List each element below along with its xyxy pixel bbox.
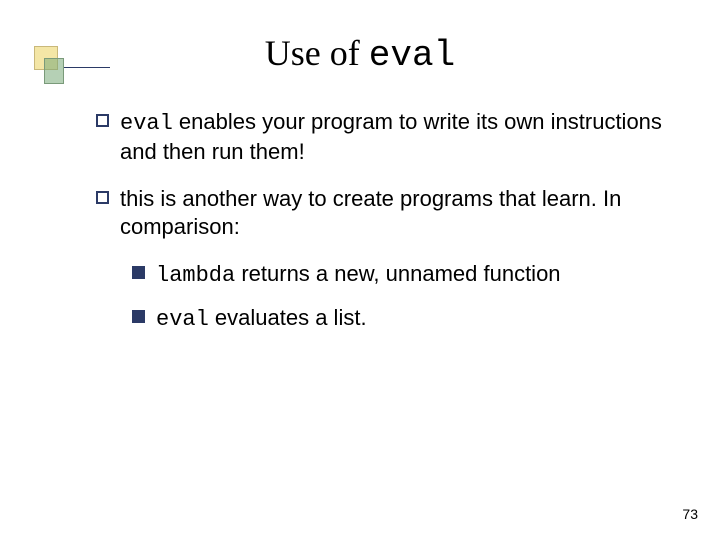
bullet-text: this is another way to create programs t… <box>120 186 621 239</box>
bullet-text: returns a new, unnamed function <box>235 261 560 286</box>
page-number: 73 <box>682 506 698 522</box>
bullet-filled-icon <box>132 310 145 323</box>
slide-title: Use of eval <box>0 32 720 76</box>
slide: Use of eval eval enables your program to… <box>0 0 720 540</box>
bullet-filled-icon <box>132 266 145 279</box>
title-text-pre: Use of <box>265 33 369 73</box>
bullet-level1: this is another way to create programs t… <box>96 185 670 240</box>
bullet-code: lambda <box>156 263 235 288</box>
title-code: eval <box>369 35 455 76</box>
bullet-hollow-icon <box>96 191 109 204</box>
bullet-code: eval <box>120 111 173 136</box>
bullet-text: enables your program to write its own in… <box>120 109 662 164</box>
bullet-code: eval <box>156 307 209 332</box>
bullet-hollow-icon <box>96 114 109 127</box>
bullet-level2: eval evaluates a list. <box>132 304 670 334</box>
bullet-text: evaluates a list. <box>209 305 367 330</box>
bullet-level2: lambda returns a new, unnamed function <box>132 260 670 290</box>
slide-body: eval enables your program to write its o… <box>96 108 670 347</box>
bullet-level1: eval enables your program to write its o… <box>96 108 670 165</box>
